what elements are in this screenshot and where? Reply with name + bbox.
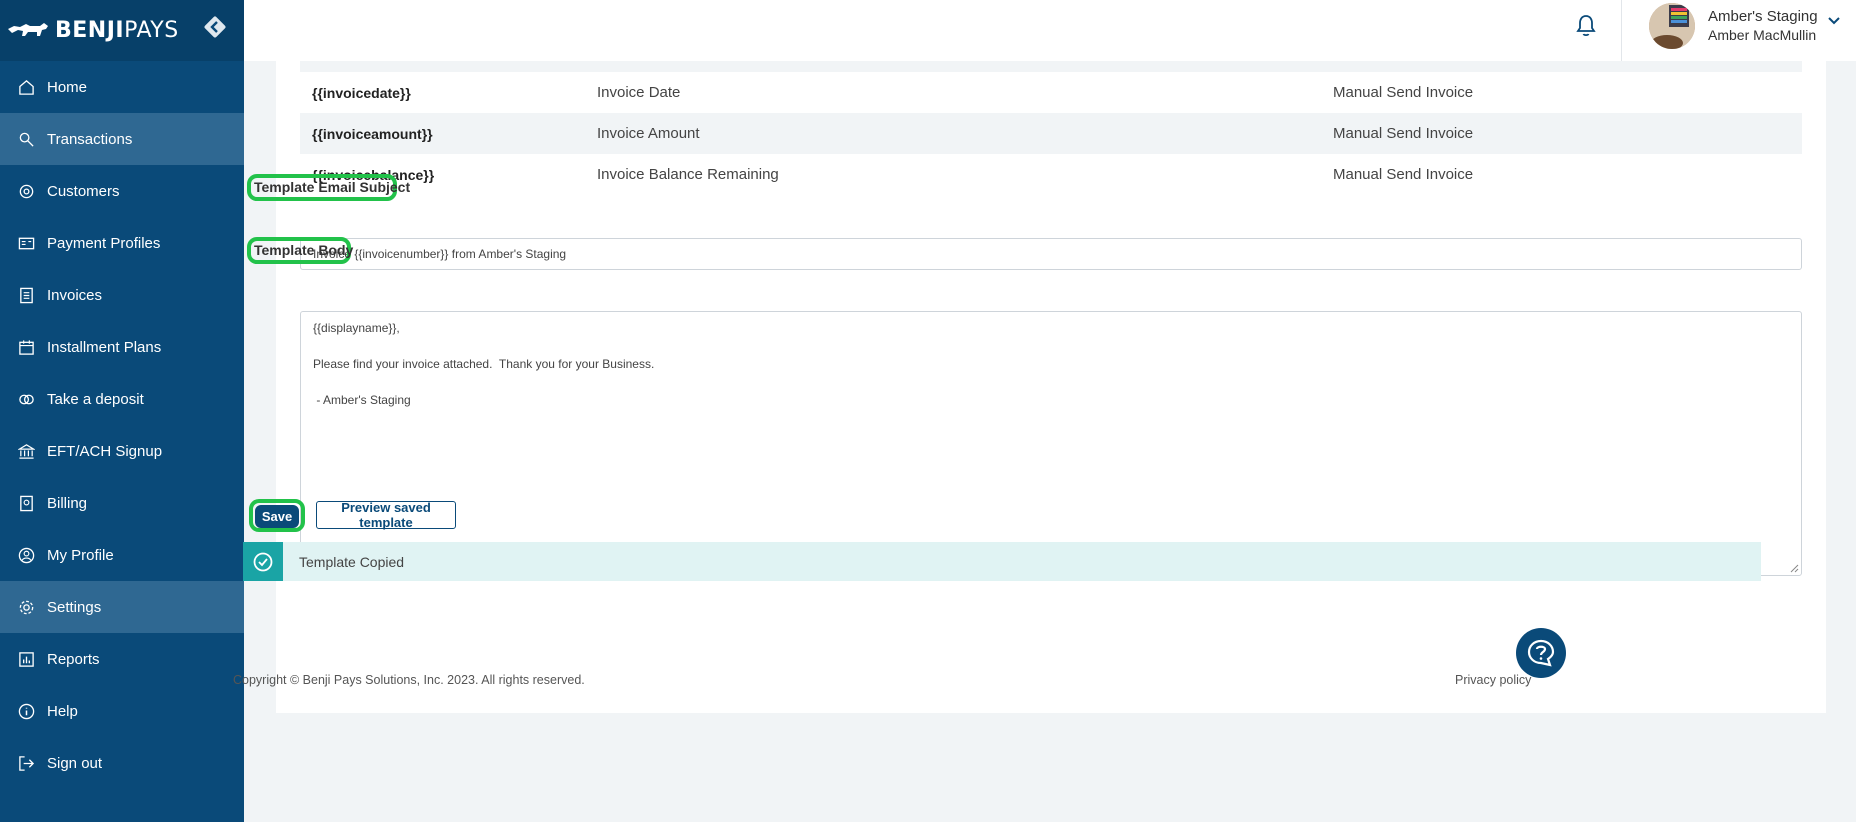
- table-row: {{invoicebalance}} Invoice Balance Remain…: [300, 154, 1802, 195]
- sidebar-item-label: Invoices: [47, 286, 103, 304]
- chat-question-icon: [1527, 639, 1555, 667]
- home-icon: [17, 78, 35, 96]
- sidebar-item-settings[interactable]: Settings: [0, 581, 244, 633]
- sidebar-item-label: My Profile: [47, 546, 114, 564]
- template-body-textarea[interactable]: {{displayname}}, Please find your invoice…: [300, 311, 1802, 576]
- resize-handle-icon[interactable]: [1789, 563, 1799, 573]
- sidebar-item-label: Take a deposit: [47, 390, 144, 408]
- body-line: [313, 337, 1789, 355]
- user-name[interactable]: Amber MacMullin: [1708, 27, 1816, 43]
- sidebar: BENJIPAYS Home Transactions Customers Payme…: [0, 0, 244, 822]
- placeholder-description: Invoice Date: [597, 84, 681, 101]
- sidebar-item-label: Settings: [47, 598, 102, 616]
- invoices-icon: [17, 286, 35, 304]
- subject-input[interactable]: [300, 238, 1802, 270]
- sidebar-item-installment-plans[interactable]: Installment Plans: [0, 321, 244, 373]
- sidebar-item-label: Billing: [47, 494, 88, 512]
- brand-logo-text: BENJIPAYS: [55, 18, 179, 43]
- sidebar-item-eft-ach-signup[interactable]: EFT/ACH Signup: [0, 425, 244, 477]
- sign-out-icon: [17, 754, 35, 772]
- placeholder-usage: Manual Send Invoice: [1333, 84, 1474, 101]
- body-label: Template Body: [254, 242, 354, 258]
- bell-icon[interactable]: [1574, 13, 1598, 39]
- sidebar-item-payment-profiles[interactable]: Payment Profiles: [0, 217, 244, 269]
- template-editor-card: {{invoicedate}} Invoice Date Manual Send I…: [243, 61, 1826, 713]
- placeholder-tag: {{invoiceamount}}: [312, 125, 433, 142]
- deposit-icon: [17, 390, 35, 408]
- body-line: {{displayname}},: [313, 321, 400, 335]
- check-circle-icon: [243, 542, 283, 581]
- toast-notification: Template Copied: [243, 542, 1761, 581]
- sidebar-item-transactions[interactable]: Transactions: [0, 113, 244, 165]
- sidebar-item-label: Home: [47, 78, 88, 96]
- info-icon: [17, 702, 35, 720]
- sidebar-item-label: Sign out: [47, 754, 103, 772]
- profile-icon: [17, 546, 35, 564]
- sidebar-item-my-profile[interactable]: My Profile: [0, 529, 244, 581]
- sidebar-item-help[interactable]: Help: [0, 685, 244, 737]
- billing-icon: [17, 494, 35, 512]
- chevron-down-icon[interactable]: [1827, 14, 1841, 28]
- sidebar-item-label: EFT/ACH Signup: [47, 442, 163, 460]
- logo-bar: BENJIPAYS: [0, 0, 244, 61]
- bank-icon: [17, 442, 35, 460]
- body-line: [313, 373, 1789, 391]
- toast-message: Template Copied: [299, 553, 405, 570]
- company-name[interactable]: Amber's Staging: [1708, 8, 1818, 25]
- table-row-strip: [300, 61, 1802, 72]
- sidebar-item-label: Reports: [47, 650, 100, 668]
- gear-icon: [17, 598, 35, 616]
- sidebar-item-sign-out[interactable]: Sign out: [0, 737, 244, 789]
- benji-dog-logo-icon: [8, 22, 48, 36]
- calendar-icon: [17, 338, 35, 356]
- reports-icon: [17, 650, 35, 668]
- placeholder-usage: Manual Send Invoice: [1333, 125, 1474, 142]
- sidebar-item-home[interactable]: Home: [0, 61, 244, 113]
- table-row: {{invoicedate}} Invoice Date Manual Send I…: [300, 72, 1802, 113]
- sidebar-item-billing[interactable]: Billing: [0, 477, 244, 529]
- transactions-icon: [17, 130, 35, 148]
- top-header: Amber's Staging Amber MacMullin: [244, 0, 1856, 61]
- sidebar-item-take-a-deposit[interactable]: Take a deposit: [0, 373, 244, 425]
- sidebar-item-customers[interactable]: Customers: [0, 165, 244, 217]
- help-chat-button[interactable]: [1516, 628, 1566, 678]
- save-button[interactable]: Save: [255, 505, 299, 528]
- avatar[interactable]: [1649, 3, 1695, 49]
- preview-template-button[interactable]: Preview saved template: [316, 500, 456, 530]
- placeholder-description: Invoice Amount: [597, 125, 700, 142]
- header-divider: [1621, 0, 1622, 61]
- sidebar-item-label: Help: [47, 702, 78, 720]
- table-row: {{invoiceamount}} Invoice Amount Manual Se…: [300, 113, 1802, 154]
- body-line: Please find your invoice attached. Thank…: [313, 357, 655, 371]
- privacy-policy-link[interactable]: Privacy policy: [1455, 673, 1531, 687]
- placeholder-table: {{invoicedate}} Invoice Date Manual Send I…: [300, 61, 1802, 195]
- sidebar-item-label: Payment Profiles: [47, 234, 161, 252]
- body-line: - Amber's Staging: [313, 393, 411, 407]
- customers-icon: [17, 182, 35, 200]
- sidebar-item-invoices[interactable]: Invoices: [0, 269, 244, 321]
- placeholder-usage: Manual Send Invoice: [1333, 166, 1474, 183]
- sidebar-item-reports[interactable]: Reports: [0, 633, 244, 685]
- collapse-sidebar-icon[interactable]: [202, 14, 228, 40]
- copyright-text: Copyright © Benji Pays Solutions, Inc. 2…: [233, 673, 585, 687]
- payment-profiles-icon: [17, 234, 35, 252]
- sidebar-item-label: Transactions: [47, 130, 133, 148]
- sidebar-item-label: Installment Plans: [47, 338, 162, 356]
- placeholder-description: Invoice Balance Remaining: [597, 166, 779, 183]
- subject-label: Template Email Subject: [254, 179, 411, 195]
- placeholder-tag: {{invoicedate}}: [312, 84, 411, 101]
- sidebar-nav: Home Transactions Customers Payment Profile…: [0, 61, 244, 789]
- sidebar-item-label: Customers: [47, 182, 120, 200]
